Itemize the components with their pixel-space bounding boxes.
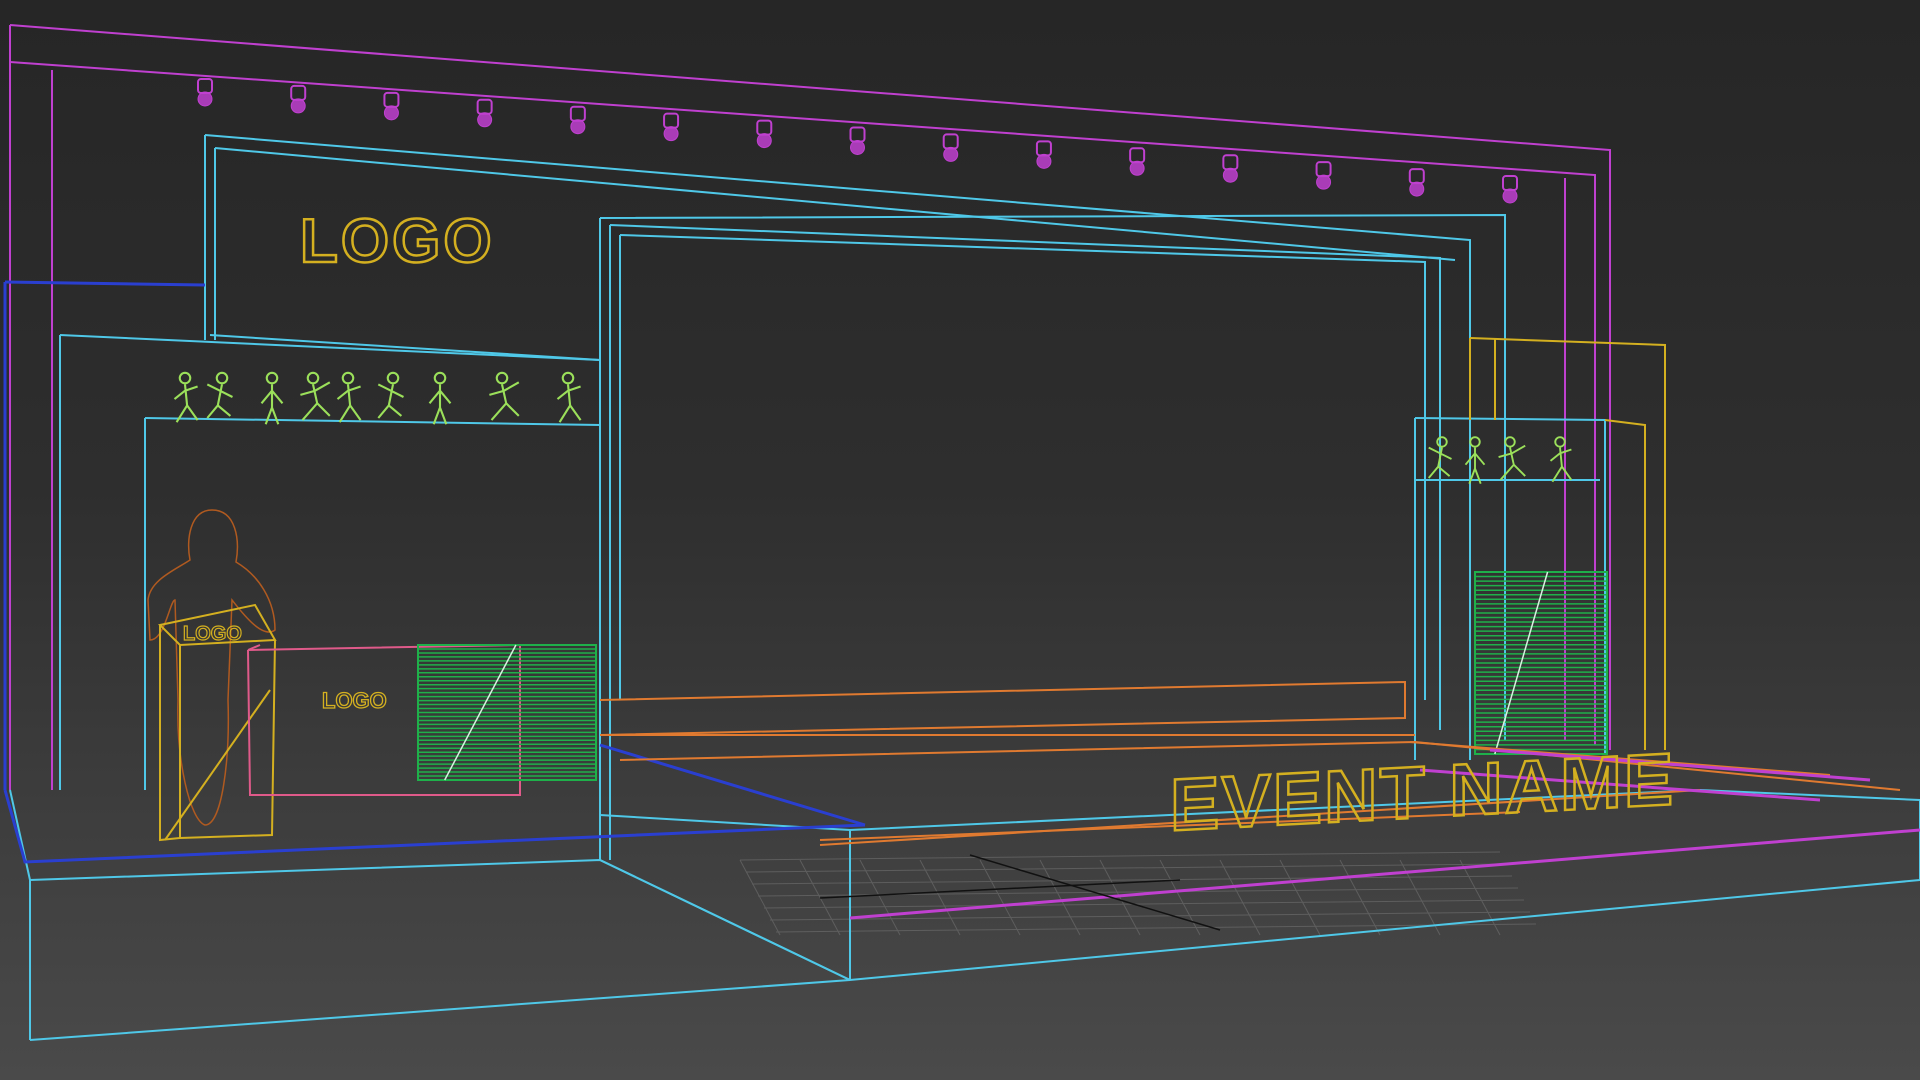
stage-wireframe-scene: LOGO LOGO LOGO EVENT NAME: [3, 24, 1920, 1041]
athlete-figure: [1498, 436, 1526, 481]
back-wall-frames: [9, 134, 1920, 1041]
athlete-figure: [377, 371, 404, 419]
athlete-figures-left: [173, 371, 582, 425]
podium-logo-text: LOGO: [183, 623, 242, 645]
spotlight: [1129, 147, 1146, 176]
spotlight: [569, 105, 586, 135]
right-booth-frame: [1469, 337, 1666, 750]
athlete-figure: [1464, 436, 1486, 485]
platform-edge: [3, 280, 866, 864]
spotlight: [756, 119, 773, 149]
spotlight: [1222, 154, 1239, 183]
athlete-figure: [300, 371, 331, 421]
athlete-figure: [173, 371, 199, 423]
athlete-figure: [1549, 436, 1573, 483]
athlete-figure: [556, 371, 582, 423]
spotlight: [197, 78, 213, 107]
green-panel-right: [1474, 571, 1608, 755]
spotlight: [663, 112, 680, 142]
spotlight-row: [197, 78, 1518, 204]
main-logo-text: LOGO: [300, 207, 495, 276]
person-silhouette: [147, 509, 276, 826]
green-panel-left: [417, 644, 597, 781]
spotlight: [1315, 161, 1332, 190]
event-name-text: EVENT NAME: [1170, 737, 1675, 846]
spotlight: [476, 98, 493, 128]
spotlight: [849, 126, 866, 155]
athlete-figure: [206, 371, 233, 419]
spotlight: [1408, 168, 1425, 197]
athlete-figure: [260, 371, 284, 425]
spotlight: [1502, 175, 1518, 204]
spotlight: [383, 91, 400, 121]
athlete-figure: [336, 371, 362, 423]
spotlight: [1035, 140, 1052, 169]
athlete-figure: [428, 371, 452, 425]
lighting-truss: [9, 24, 1611, 790]
athlete-figure: [489, 371, 520, 421]
3d-viewport[interactable]: LOGO LOGO LOGO EVENT NAME: [0, 0, 1920, 1080]
athlete-figures-right: [1427, 436, 1573, 485]
counter-logo-text: LOGO: [322, 688, 387, 713]
spotlight: [290, 84, 307, 114]
spotlight: [942, 133, 959, 162]
